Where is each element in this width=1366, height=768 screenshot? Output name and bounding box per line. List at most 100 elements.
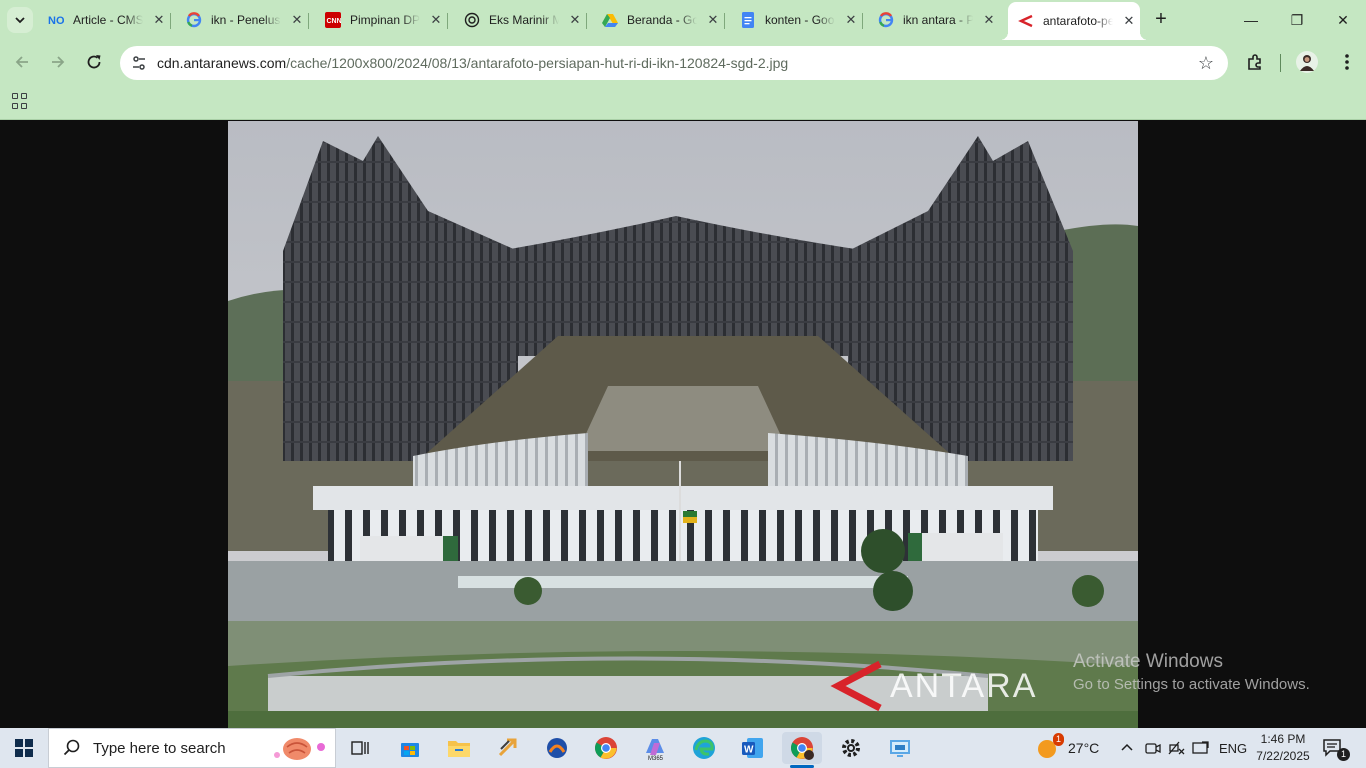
new-tab-button[interactable]: + [1150,9,1172,31]
m365-icon: M365 [646,739,664,761]
tab-google-docs[interactable]: konten - Google Docs ✕ [730,6,863,34]
microsoft-store-button[interactable] [390,732,430,764]
tab-title: Article - CMS [73,13,143,27]
word-icon: W [742,738,763,758]
tab-title: ikn antara - Penelusuran Google [903,13,973,27]
ikn-palace-photo[interactable]: ANTARA [228,121,1138,728]
google-icon [186,12,202,28]
tab-article-cms[interactable]: NO Article - CMS ✕ [38,6,171,34]
vpn-icon [547,738,567,758]
settings-button[interactable] [831,732,871,764]
minimize-button[interactable]: — [1228,0,1274,40]
chrome-profile-button[interactable] [782,732,822,768]
avatar-icon [1296,51,1318,73]
tab-separator [170,13,171,29]
tab-title: Beranda - Google Drive [627,13,697,27]
close-icon[interactable]: ✕ [567,12,583,28]
close-icon[interactable]: ✕ [705,12,721,28]
tab-eks-marinir[interactable]: Eks Marinir M ✕ [454,6,587,34]
word-button[interactable]: W [733,732,773,764]
edge-button[interactable] [684,732,724,764]
meet-now-button[interactable] [1145,728,1161,768]
tab-separator [724,13,725,29]
toolbar-divider [1280,54,1281,72]
chrome-menu-button[interactable] [1334,49,1360,75]
url-text[interactable]: cdn.antaranews.com/cache/1200x800/2024/0… [157,55,788,71]
weather-temperature: 27°C [1068,740,1100,756]
notification-center-button[interactable]: 1 [1322,728,1350,768]
site-info-icon[interactable] [130,54,148,72]
tab-antarafoto-active[interactable]: antarafoto-persiapan-hut-ri-di-ikn ✕ [1000,2,1148,40]
svg-text:M365: M365 [648,756,664,761]
chrome-button[interactable] [586,732,626,764]
google-icon [878,12,894,28]
weather-widget[interactable]: 1 27°C [1036,728,1099,768]
tab-ikn-google[interactable]: ikn - Penelusuran Google ✕ [176,6,309,34]
close-icon[interactable]: ✕ [428,12,444,28]
activation-title: Activate Windows [1073,651,1223,672]
search-icon [63,739,80,756]
address-bar[interactable]: cdn.antaranews.com/cache/1200x800/2024/0… [120,46,1228,80]
tab-title: Eks Marinir M [489,13,559,27]
task-view-button[interactable] [340,732,380,764]
tab-separator [447,13,448,29]
forward-button[interactable] [44,48,72,76]
app-arrow-icon [498,738,517,757]
arrow-app-button[interactable] [488,732,528,764]
close-icon[interactable]: ✕ [843,12,859,28]
start-button[interactable] [0,728,48,768]
bookmark-star-icon[interactable]: ☆ [1198,53,1214,74]
puzzle-icon [1248,54,1261,70]
docs-icon [740,12,756,28]
close-icon[interactable]: ✕ [1121,13,1137,29]
reload-icon [87,55,101,69]
volume-button[interactable] [1192,728,1210,768]
restore-button[interactable]: ❐ [1274,0,1320,40]
network-disconnected-icon [1168,741,1185,755]
vpn-app-button[interactable] [537,732,577,764]
tab-pimpinan-dpr[interactable]: CNN Pimpinan DPR ✕ [315,6,448,34]
weather-badge: 1 [1052,733,1064,746]
extensions-button[interactable] [1242,49,1268,75]
cnn-icon: CNN [325,12,341,28]
apps-grid-icon[interactable] [12,93,28,109]
folder-icon [448,741,470,757]
activation-subtitle: Go to Settings to activate Windows. [1073,676,1310,693]
microsoft-365-button[interactable]: M365 [635,732,675,764]
image-viewer: ANTARA Activate Windows Go to Settings t… [0,121,1366,728]
tab-search-button[interactable] [7,7,33,33]
network-button[interactable] [1167,728,1185,768]
clock-date: 7/22/2025 [1256,749,1310,763]
tab-title: Pimpinan DPR [350,13,420,27]
edge-icon [693,737,715,759]
close-icon[interactable]: ✕ [151,12,167,28]
close-window-button[interactable]: ✕ [1320,0,1366,40]
tab-separator [862,13,863,29]
remote-desktop-icon [890,740,910,757]
input-language-button[interactable]: ENG [1219,728,1247,768]
cms-icon: NO [48,12,64,28]
profile-avatar[interactable] [1294,49,1320,75]
tab-title: ikn - Penelusuran Google [211,13,281,27]
tab-ikn-antara-google[interactable]: ikn antara - Penelusuran Google ✕ [868,6,1000,34]
back-button[interactable] [8,48,36,76]
reload-button[interactable] [80,48,108,76]
tab-google-drive[interactable]: Beranda - Google Drive ✕ [592,6,725,34]
antara-watermark: ANTARA [828,656,1037,716]
clock-time: 1:46 PM [1260,732,1306,746]
taskbar-search-box[interactable]: Type here to search [48,728,336,768]
windows-activation-notice: Activate Windows Go to Settings to activ… [1073,651,1310,693]
svg-text:CNN: CNN [327,18,342,25]
screen-share-icon [1192,741,1209,754]
file-explorer-button[interactable] [439,732,479,764]
close-icon[interactable]: ✕ [981,12,997,28]
arrow-left-icon [15,56,28,68]
tab-strip: NO Article - CMS ✕ ikn - Penelusuran Goo… [0,0,1366,40]
antara-icon [1018,13,1034,29]
system-clock[interactable]: 1:46 PM 7/22/2025 [1252,731,1314,765]
chrome-profile-icon [791,737,814,760]
chevron-up-icon [1121,743,1133,751]
remote-desktop-button[interactable] [880,732,920,764]
tray-overflow-button[interactable] [1120,728,1134,768]
close-icon[interactable]: ✕ [289,12,305,28]
